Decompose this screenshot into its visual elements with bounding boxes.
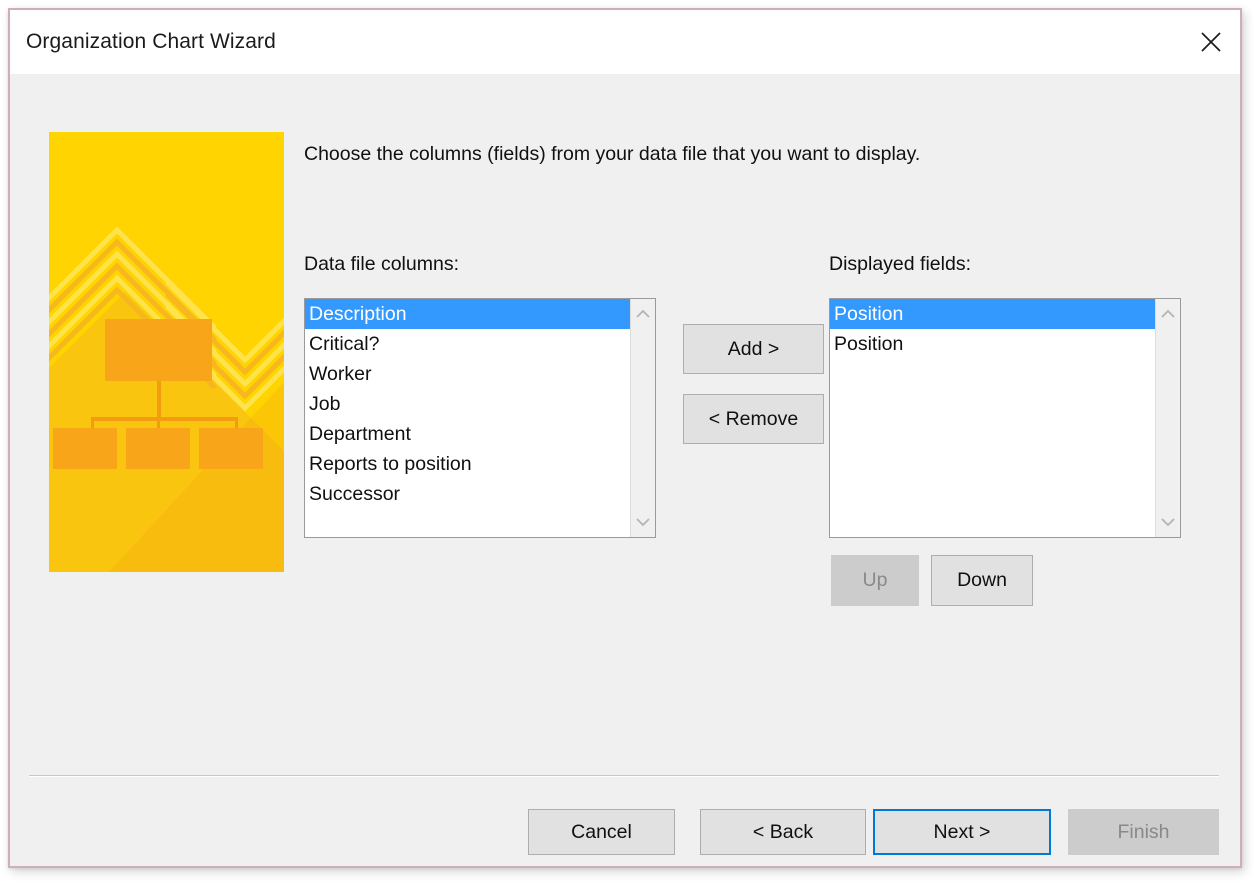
scroll-up-icon[interactable] — [631, 304, 655, 324]
data-file-columns-list[interactable]: Description Critical? Worker Job Department R… — [305, 299, 630, 537]
data-file-column-item[interactable]: Department — [305, 419, 630, 449]
data-file-columns-label: Data file columns: — [304, 253, 459, 275]
data-file-column-item[interactable]: Reports to position — [305, 449, 630, 479]
finish-button[interactable]: Finish — [1068, 809, 1219, 855]
data-file-columns-scrollbar[interactable] — [630, 299, 655, 537]
data-file-column-item[interactable]: Worker — [305, 359, 630, 389]
instruction-text: Choose the columns (fields) from your da… — [304, 143, 921, 165]
data-file-column-item[interactable]: Description — [305, 299, 630, 329]
cancel-button[interactable]: Cancel — [528, 809, 675, 855]
data-file-column-item[interactable]: Critical? — [305, 329, 630, 359]
data-file-column-item[interactable]: Job — [305, 389, 630, 419]
move-down-button[interactable]: Down — [931, 555, 1033, 606]
displayed-fields-label: Displayed fields: — [829, 253, 971, 275]
next-button[interactable]: Next > — [873, 809, 1051, 855]
move-up-button[interactable]: Up — [831, 555, 919, 606]
displayed-field-item[interactable]: Position — [830, 299, 1155, 329]
back-button[interactable]: < Back — [700, 809, 866, 855]
add-button[interactable]: Add > — [683, 324, 824, 374]
dialog-titlebar: Organization Chart Wizard — [10, 10, 1240, 74]
close-icon[interactable] — [1182, 10, 1240, 74]
dialog-title: Organization Chart Wizard — [26, 30, 276, 53]
data-file-column-item[interactable]: Successor — [305, 479, 630, 509]
desktop-backdrop: Organization Chart Wizard Choose the col… — [0, 0, 1256, 886]
displayed-field-item[interactable]: Position — [830, 329, 1155, 359]
scroll-down-icon[interactable] — [1156, 512, 1180, 532]
organization-chart-wizard-dialog: Organization Chart Wizard Choose the col… — [8, 8, 1242, 868]
footer-separator — [29, 775, 1219, 777]
displayed-fields-listbox[interactable]: Position Position — [829, 298, 1181, 538]
displayed-fields-list[interactable]: Position Position — [830, 299, 1155, 537]
displayed-fields-scrollbar[interactable] — [1155, 299, 1180, 537]
data-file-columns-listbox[interactable]: Description Critical? Worker Job Department R… — [304, 298, 656, 538]
org-chart-illustration — [49, 132, 284, 572]
dialog-body: Choose the columns (fields) from your da… — [10, 74, 1240, 866]
scroll-up-icon[interactable] — [1156, 304, 1180, 324]
remove-button[interactable]: < Remove — [683, 394, 824, 444]
scroll-down-icon[interactable] — [631, 512, 655, 532]
